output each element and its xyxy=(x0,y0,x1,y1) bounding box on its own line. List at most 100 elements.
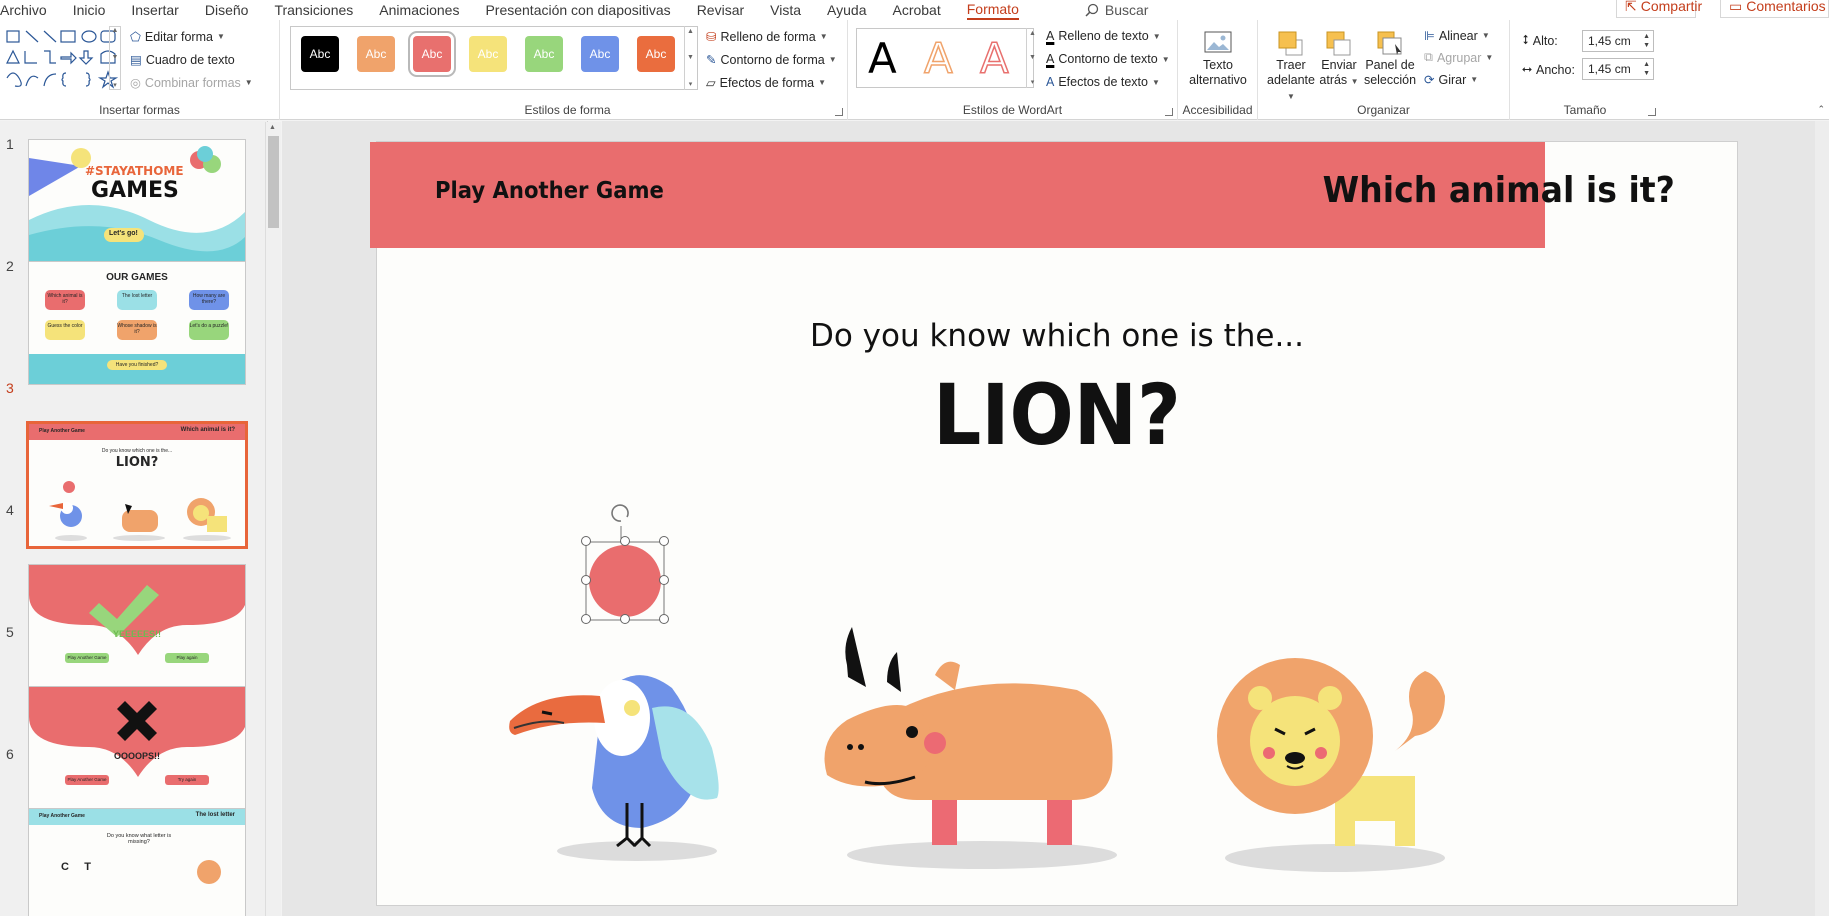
wordart-launcher-icon[interactable] xyxy=(1165,108,1173,116)
tab-inicio[interactable]: Inicio xyxy=(73,2,106,18)
tab-vista[interactable]: Vista xyxy=(770,2,801,18)
shape-effects-button[interactable]: ▱ Efectos de forma ▼ xyxy=(706,75,826,91)
slide-4-artwork xyxy=(29,565,245,655)
text-box-label: Cuadro de texto xyxy=(145,52,235,67)
search-box[interactable]: Buscar xyxy=(1085,2,1148,18)
group-objects-label: Agrupar xyxy=(1436,50,1482,65)
tab-transiciones[interactable]: Transiciones xyxy=(274,2,353,18)
resize-handle-sw[interactable] xyxy=(581,614,591,624)
shape-style-swatch-6[interactable]: Abc xyxy=(581,36,619,72)
shape-style-swatch-5[interactable]: Abc xyxy=(525,36,563,72)
tab-presentacion[interactable]: Presentación con diapositivas xyxy=(485,2,670,18)
bring-forward-button[interactable]: Traer adelante ▼ xyxy=(1267,30,1315,104)
slide-thumbnail-4[interactable]: YEEEEES!! Play Another Game Play again xyxy=(28,564,246,688)
shape-fill-button[interactable]: ⛁ Relleno de forma ▼ xyxy=(706,29,828,45)
slide-2-game-1: Which animal is it? xyxy=(45,290,85,310)
tab-formato[interactable]: Formato xyxy=(966,1,1019,20)
size-launcher-icon[interactable] xyxy=(1648,108,1656,116)
resize-handle-se[interactable] xyxy=(659,614,669,624)
group-label-shape-styles: Estilos de forma xyxy=(524,103,611,117)
text-outline-button[interactable]: A Contorno de texto ▼ xyxy=(1046,52,1170,66)
rhino-illustration[interactable] xyxy=(817,620,1117,870)
tab-insertar[interactable]: Insertar xyxy=(131,2,178,18)
share-label: Compartir xyxy=(1640,0,1703,14)
resize-handle-s[interactable] xyxy=(620,614,630,624)
slide-answer[interactable]: LION? xyxy=(445,366,1669,464)
group-label-insert-shapes: Insertar formas xyxy=(99,103,180,117)
group-objects-button: ⧉ Agrupar ▼ xyxy=(1424,50,1494,65)
edit-shape-button[interactable]: ⬠ Editar forma ▼ xyxy=(130,29,225,45)
shape-style-swatch-2[interactable]: Abc xyxy=(357,36,395,72)
merge-shapes-icon: ◎ xyxy=(130,76,141,90)
height-input[interactable]: 1,45 cm ▲ ▼ xyxy=(1582,30,1654,52)
slide-thumbnail-2[interactable]: OUR GAMES Which animal is it? The lost l… xyxy=(28,261,246,385)
wordart-style-black[interactable]: A xyxy=(868,34,897,83)
shapes-gallery-scroll[interactable]: ▲ ▼ ▾ xyxy=(109,26,121,90)
lion-illustration[interactable] xyxy=(1195,626,1475,876)
slide-6-right: The lost letter xyxy=(195,812,235,818)
swatch-text: Abc xyxy=(421,47,443,61)
text-box-button[interactable]: ▤ Cuadro de texto xyxy=(130,52,235,68)
collapse-ribbon-icon[interactable]: ⌃ xyxy=(1817,104,1825,115)
resize-handle-w[interactable] xyxy=(581,575,591,585)
shape-style-swatch-4[interactable]: Abc xyxy=(469,36,507,72)
height-label-row: ⭥ Alto: xyxy=(1522,33,1558,48)
width-spinner-icon[interactable]: ▲ ▼ xyxy=(1643,60,1650,78)
slide-thumbnail-3[interactable]: Play Another Game Which animal is it? Do… xyxy=(26,421,248,549)
slide-number: 1 xyxy=(6,136,14,152)
rotate-button[interactable]: ⟳ Girar ▼ xyxy=(1424,72,1478,88)
align-button[interactable]: ⊫ Alinear ▼ xyxy=(1424,28,1490,44)
shape-styles-scroll[interactable]: ▲ ▼ ▾ xyxy=(684,26,696,90)
shape-styles-launcher-icon[interactable] xyxy=(835,108,843,116)
slide-thumbnail-5[interactable]: OOOOPS!! Play Another Game Try again xyxy=(28,686,246,810)
selected-circle-shape[interactable] xyxy=(573,499,673,629)
wordart-style-orange[interactable]: A xyxy=(923,33,953,84)
wordart-style-red[interactable]: A xyxy=(979,33,1009,84)
edit-shape-label: Editar forma xyxy=(144,29,213,44)
bring-forward-label-1: Traer xyxy=(1276,58,1306,72)
resize-handle-n[interactable] xyxy=(620,536,630,546)
share-button[interactable]: ⇱ Compartir xyxy=(1616,0,1702,18)
thumbnails-scrollbar[interactable]: ▲ xyxy=(265,122,281,916)
play-another-game-link[interactable]: Play Another Game xyxy=(435,178,664,204)
slide-editor: Play Another Game Which animal is it? Do… xyxy=(282,121,1829,916)
tab-animaciones[interactable]: Animaciones xyxy=(379,2,459,18)
text-fill-label: Relleno de texto xyxy=(1058,29,1149,43)
wordart-scroll[interactable]: ▲ ▼ ▾ xyxy=(1026,28,1038,88)
current-slide[interactable]: Play Another Game Which animal is it? Do… xyxy=(370,141,1738,906)
comments-button[interactable]: ▭ Comentarios xyxy=(1720,0,1829,18)
merge-shapes-label: Combinar formas xyxy=(144,75,241,90)
text-effects-button[interactable]: A Efectos de texto ▼ xyxy=(1046,75,1160,89)
slide-title[interactable]: Which animal is it? xyxy=(1323,170,1675,211)
slide-question[interactable]: Do you know which one is the... xyxy=(377,318,1737,354)
shape-style-swatch-1[interactable]: Abc xyxy=(301,36,339,72)
resize-handle-ne[interactable] xyxy=(659,536,669,546)
tab-archivo[interactable]: Archivo xyxy=(0,2,47,18)
tab-diseno[interactable]: Diseño xyxy=(205,2,249,18)
alt-text-button[interactable]: Texto alternativo xyxy=(1186,30,1250,88)
selection-pane-button[interactable]: Panel de selección xyxy=(1364,30,1416,88)
slide-6-question: Do you know what letter is missing? xyxy=(106,833,172,845)
send-backward-button[interactable]: Enviar atrás ▼ xyxy=(1316,30,1362,89)
toucan-illustration[interactable] xyxy=(502,628,742,868)
scroll-up-icon[interactable]: ▲ xyxy=(269,124,276,131)
tab-revisar[interactable]: Revisar xyxy=(697,2,744,18)
width-input[interactable]: 1,45 cm ▲ ▼ xyxy=(1582,58,1654,80)
thumbnails-scroll-thumb[interactable] xyxy=(268,136,279,228)
group-icon: ⧉ xyxy=(1424,50,1433,64)
tab-ayuda[interactable]: Ayuda xyxy=(827,2,866,18)
height-spinner-icon[interactable]: ▲ ▼ xyxy=(1643,32,1650,50)
resize-handle-nw[interactable] xyxy=(581,536,591,546)
editor-scrollbar[interactable] xyxy=(1815,121,1829,916)
slide-thumbnail-1[interactable]: #STAYATHOME GAMES Let's go! xyxy=(28,139,246,263)
slide-1-title: GAMES xyxy=(91,178,179,203)
shape-style-swatch-7[interactable]: Abc xyxy=(637,36,675,72)
slide-thumbnail-6[interactable]: Play Another Game The lost letter Do you… xyxy=(28,808,246,916)
text-fill-button[interactable]: A Relleno de texto ▼ xyxy=(1046,29,1161,43)
shape-outline-button[interactable]: ✎ Contorno de forma ▼ xyxy=(706,52,837,68)
slide-3-animals xyxy=(49,481,231,541)
shape-effects-label: Efectos de forma xyxy=(719,75,815,90)
tab-acrobat[interactable]: Acrobat xyxy=(892,2,940,18)
shape-style-swatch-3[interactable]: Abc xyxy=(408,31,456,77)
resize-handle-e[interactable] xyxy=(659,575,669,585)
